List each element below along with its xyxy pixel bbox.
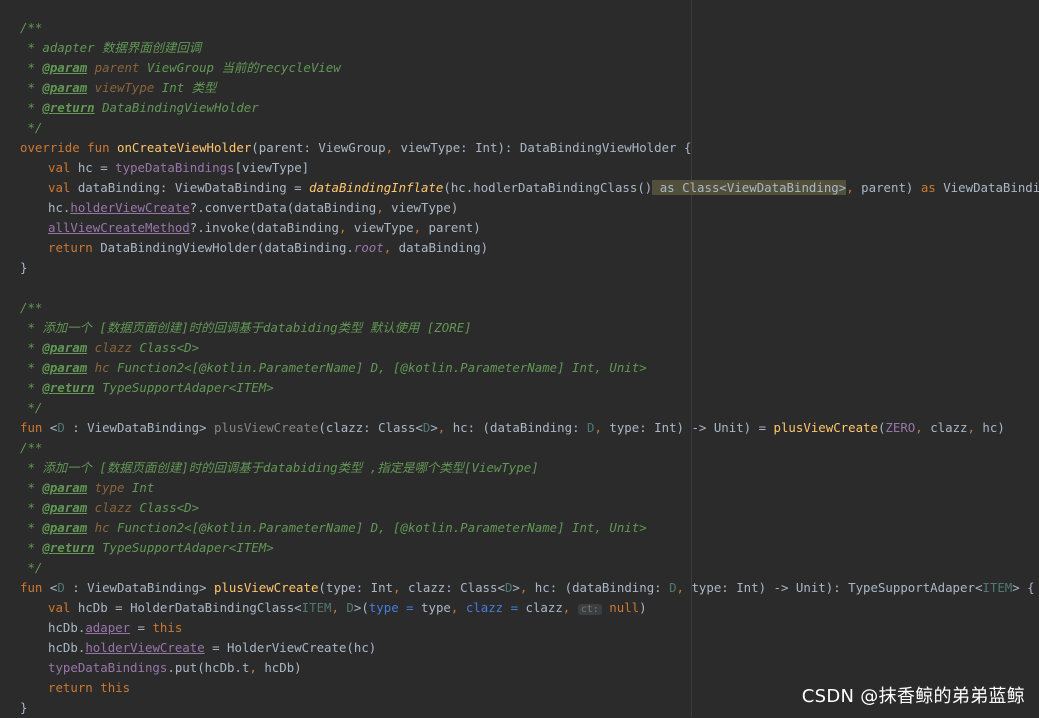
code-line-22: /** — [20, 440, 43, 455]
code-line-32: hcDb.holderViewCreate = HolderViewCreate… — [48, 640, 377, 655]
code-line-6: */ — [20, 120, 43, 135]
code-line-11: allViewCreateMethod?.invoke(dataBinding,… — [48, 220, 481, 235]
code-line-13: } — [20, 260, 28, 275]
code-line-31: hcDb.adaper = this — [48, 620, 183, 635]
code-line-3: * @param parent ViewGroup 当前的recycleView — [20, 60, 341, 75]
code-editor[interactable]: /** * adapter 数据界面创建回调 * @param parent V… — [0, 0, 1039, 717]
code-line-19: * @return TypeSupportAdaper<ITEM> — [20, 380, 274, 395]
code-line-25: * @param clazz Class<D> — [20, 500, 200, 515]
code-line-9: val dataBinding: ViewDataBinding = dataB… — [48, 180, 1039, 195]
code-line-20: */ — [20, 400, 43, 415]
code-line-30: val hcDb = HolderDataBindingClass<ITEM, … — [48, 600, 647, 615]
code-line-8: val hc = typeDataBindings[viewType] — [48, 160, 310, 175]
code-line-23: * 添加一个 [数据页面创建]时的回调基于databiding类型 ,指定是哪个… — [20, 460, 539, 475]
code-line-7: override fun onCreateViewHolder(parent: … — [20, 140, 692, 155]
code-line-29: fun <D : ViewDataBinding> plusViewCreate… — [20, 580, 1035, 595]
code-line-33: typeDataBindings.put(hcDb.t, hcDb) — [48, 660, 302, 675]
code-line-5: * @return DataBindingViewHolder — [20, 100, 259, 115]
code-line-2: * adapter 数据界面创建回调 — [20, 40, 202, 55]
code-line-27: * @return TypeSupportAdaper<ITEM> — [20, 540, 274, 555]
code-line-16: * 添加一个 [数据页面创建]时的回调基于databiding类型 默认使用 [… — [20, 320, 472, 335]
code-line-12: return DataBindingViewHolder(dataBinding… — [48, 240, 489, 255]
code-line-1: /** — [20, 20, 43, 35]
code-line-17: * @param clazz Class<D> — [20, 340, 200, 355]
csdn-watermark: CSDN @抹香鲸的弟弟蓝鲸 — [801, 686, 1025, 707]
code-line-15: /** — [20, 300, 43, 315]
code-line-21: fun <D : ViewDataBinding> plusViewCreate… — [20, 420, 1005, 435]
code-line-24: * @param type Int — [20, 480, 155, 495]
code-area[interactable]: /** * adapter 数据界面创建回调 * @param parent V… — [20, 18, 1039, 718]
code-line-26: * @param hc Function2<[@kotlin.Parameter… — [20, 520, 647, 535]
code-line-28: */ — [20, 560, 43, 575]
code-line-10: hc.holderViewCreate?.convertData(dataBin… — [48, 200, 459, 215]
code-line-4: * @param viewType Int 类型 — [20, 80, 217, 95]
code-line-18: * @param hc Function2<[@kotlin.Parameter… — [20, 360, 647, 375]
